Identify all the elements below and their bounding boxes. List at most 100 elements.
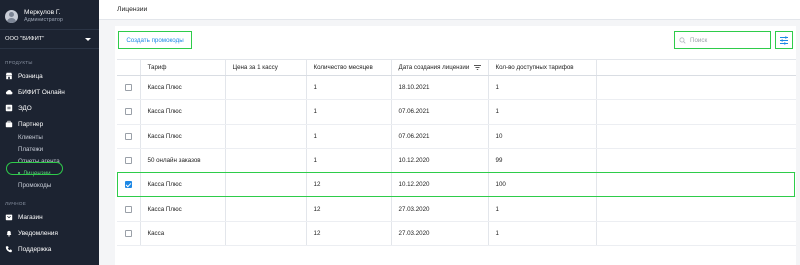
row-checkbox[interactable]	[124, 229, 132, 237]
user-name: Меркулов Г.	[24, 9, 61, 17]
cell-extra	[596, 75, 796, 101]
sidebar-item-support[interactable]: Поддержка	[0, 241, 99, 257]
sort-icon[interactable]	[474, 64, 482, 70]
search-box[interactable]	[674, 31, 771, 49]
chevron-down-icon	[85, 37, 91, 41]
cell-count: 1	[488, 221, 597, 247]
sidebar: Меркулов Г. Администратор ООО "БИФИТ" ПР…	[0, 0, 99, 265]
licenses-highlight	[6, 162, 63, 175]
cell-tariff: Касса Плюс	[140, 124, 226, 149]
cell-months: 1	[306, 148, 392, 174]
table-row[interactable]: Касса Плюс 12 27.03.2020 1	[117, 196, 796, 222]
sidebar-item-partner[interactable]: Партнер	[0, 116, 99, 132]
header: Лицензии	[99, 0, 800, 20]
document-exchange-icon	[5, 104, 13, 112]
sidebar-item-label: Партнер	[18, 120, 44, 128]
table-row[interactable]: Касса Плюс 12 10.12.2020 100	[117, 172, 796, 198]
sidebar-item-bifit-online[interactable]: БИФИТ Онлайн	[0, 84, 99, 100]
row-checkbox-cell	[117, 99, 141, 125]
sidebar-item-label: Розница	[18, 72, 43, 80]
create-promocodes-button[interactable]: Создать промокоды	[118, 31, 192, 49]
row-checkbox[interactable]	[124, 84, 132, 92]
cell-months: 12	[306, 221, 392, 247]
licenses-table: Тариф Цена за 1 кассу Количество месяцев…	[117, 59, 796, 247]
cell-date: 10.12.2020	[391, 172, 489, 198]
cell-price	[225, 124, 307, 149]
cell-price	[225, 172, 307, 198]
column-header-months[interactable]: Количество месяцев	[306, 59, 392, 76]
search-icon	[679, 36, 686, 44]
sidebar-item-shop[interactable]: Магазин	[0, 209, 99, 225]
cell-date: 10.12.2020	[391, 148, 489, 174]
shop-icon	[5, 213, 13, 221]
store-icon	[5, 72, 13, 80]
sidebar-item-label: ЭДО	[18, 104, 32, 112]
table-row[interactable]: Касса 12 27.03.2020 1	[117, 221, 796, 247]
cell-date: 18.10.2021	[391, 75, 489, 101]
org-name: ООО "БИФИТ"	[5, 36, 45, 42]
cell-extra	[596, 148, 796, 174]
sidebar-subitem-clients[interactable]: Клиенты	[0, 132, 99, 144]
section-personal-title: ЛИЧНОЕ	[5, 201, 27, 206]
cell-price	[225, 196, 307, 222]
row-checkbox[interactable]	[124, 181, 132, 189]
user-profile[interactable]: Меркулов Г. Администратор	[0, 0, 99, 26]
cell-price	[225, 221, 307, 247]
column-header-date[interactable]: Дата создания лицензии	[391, 59, 489, 76]
sidebar-item-label: БИФИТ Онлайн	[18, 88, 65, 96]
sidebar-item-label: Поддержка	[18, 245, 52, 253]
column-header-available[interactable]: Кол-во доступных тарифов	[488, 59, 597, 76]
sidebar-item-label: Магазин	[18, 213, 43, 221]
cell-date: 07.06.2021	[391, 124, 489, 149]
cell-months: 1	[306, 124, 392, 149]
row-checkbox[interactable]	[124, 156, 132, 164]
select-all-cell	[117, 59, 141, 76]
sidebar-item-notifications[interactable]: Уведомления	[0, 225, 99, 241]
cell-price	[225, 148, 307, 174]
section-products-title: ПРОДУКТЫ	[5, 60, 33, 65]
briefcase-icon	[5, 120, 13, 128]
column-header-tariff[interactable]: Тариф	[140, 59, 226, 76]
avatar	[5, 9, 18, 23]
row-checkbox[interactable]	[124, 205, 132, 213]
cell-count: 10	[488, 124, 597, 149]
cell-date: 27.03.2020	[391, 221, 489, 247]
cell-tariff: Касса Плюс	[140, 75, 226, 101]
row-checkbox[interactable]	[124, 132, 132, 140]
cell-extra	[596, 99, 796, 125]
cell-extra	[596, 172, 796, 198]
filter-sliders-icon	[780, 36, 788, 44]
table-row[interactable]: Касса Плюс 1 07.06.2021 1	[117, 99, 796, 125]
row-checkbox-cell	[117, 172, 141, 198]
column-header-price[interactable]: Цена за 1 кассу	[225, 59, 307, 76]
cell-date: 27.03.2020	[391, 196, 489, 222]
cell-extra	[596, 124, 796, 149]
page-title: Лицензии	[117, 6, 148, 13]
row-checkbox-cell	[117, 124, 141, 149]
search-input[interactable]	[690, 36, 770, 44]
row-checkbox-cell	[117, 196, 141, 222]
sidebar-subitem-promocodes[interactable]: Промокоды	[0, 180, 99, 192]
cell-count: 100	[488, 172, 597, 198]
cell-tariff: Касса	[140, 221, 226, 247]
sidebar-item-edo[interactable]: ЭДО	[0, 100, 99, 116]
row-checkbox-cell	[117, 75, 141, 101]
table-row[interactable]: Касса Плюс 1 07.06.2021 10	[117, 124, 796, 149]
row-checkbox-cell	[117, 148, 141, 174]
bell-icon	[5, 229, 13, 237]
table-row[interactable]: Касса Плюс 1 18.10.2021 1	[117, 75, 796, 101]
cell-tariff: Касса Плюс	[140, 99, 226, 125]
sidebar-item-retail[interactable]: Розница	[0, 68, 99, 84]
row-checkbox[interactable]	[124, 108, 132, 116]
table-row[interactable]: 50 онлайн заказов 1 10.12.2020 99	[117, 148, 796, 174]
cell-date: 07.06.2021	[391, 99, 489, 125]
org-selector[interactable]: ООО "БИФИТ"	[0, 29, 99, 49]
sidebar-item-label: Уведомления	[18, 229, 58, 237]
sidebar-subitem-payments[interactable]: Платежи	[0, 144, 99, 156]
column-header-date-label: Дата создания лицензии	[398, 64, 470, 71]
filter-settings-button[interactable]	[775, 31, 793, 49]
cell-months: 1	[306, 99, 392, 125]
cell-tariff: Касса Плюс	[140, 172, 226, 198]
cell-tariff: 50 онлайн заказов	[140, 148, 226, 174]
cell-tariff: Касса Плюс	[140, 196, 226, 222]
